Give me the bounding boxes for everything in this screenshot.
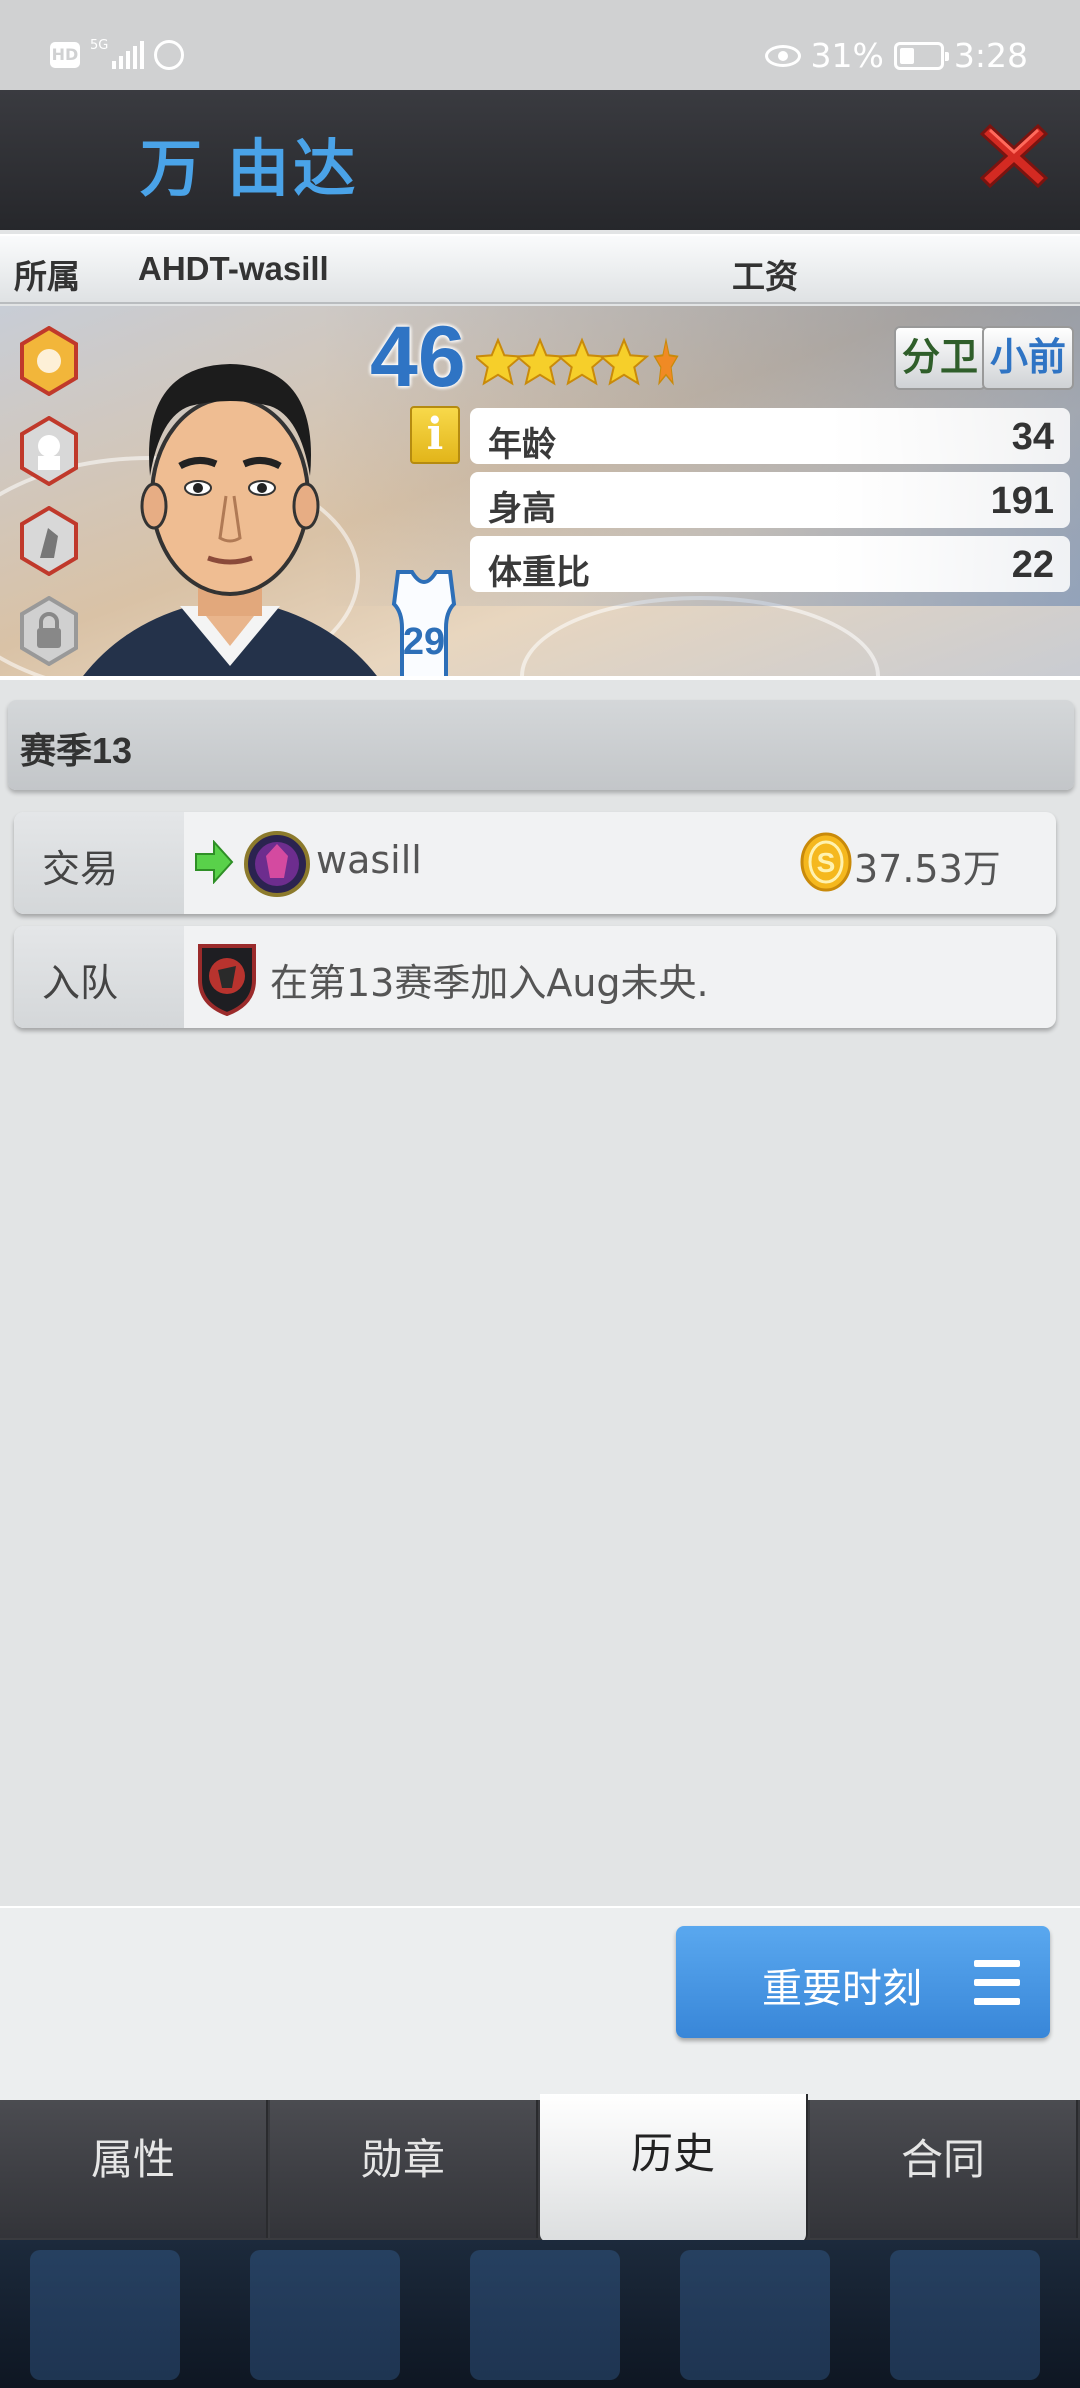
tab-contract[interactable]: 合同 — [810, 2100, 1078, 2238]
star-full-icon — [598, 337, 650, 386]
stat-row-weight-ratio: 体重比 22 — [470, 536, 1070, 592]
team-row: 所属 AHDT-wasill 工资 — [0, 234, 1080, 304]
overall-rating: 46 — [370, 309, 466, 405]
jersey-number: 29 — [403, 621, 445, 663]
history-row-trade[interactable]: 交易 wasill S 37.53万 — [14, 812, 1056, 914]
battery-icon — [893, 41, 949, 70]
star-full-icon — [556, 337, 608, 386]
team-logo-icon[interactable] — [244, 826, 310, 902]
player-card: 29 46 分卫 小前 i 年龄 34 身高 191 体重比 22 — [0, 306, 1080, 680]
stat-value: 22 — [1011, 544, 1054, 586]
key-moments-button[interactable]: 重要时刻 — [676, 1926, 1050, 2038]
detail-tab-bar: 属性 勋章 历史 合同 — [0, 2094, 1080, 2242]
hd-icon: HD — [50, 42, 80, 68]
close-icon — [979, 123, 1049, 189]
history-type: 入队 — [42, 961, 119, 1005]
game-bottom-nav — [0, 2240, 1080, 2388]
affiliation-label: 所属 — [14, 258, 80, 295]
battery-percent: 31% — [810, 36, 884, 75]
season-header: 赛季13 — [8, 700, 1074, 790]
coin-icon: S — [800, 832, 852, 892]
nav-ghost-icon — [680, 2250, 830, 2380]
team-logo-icon[interactable] — [194, 940, 260, 1016]
player-name: 万 由达 — [140, 135, 360, 204]
stat-row-height: 身高 191 — [470, 472, 1070, 528]
position-tag-secondary[interactable]: 小前 — [982, 326, 1075, 390]
skill-badge-defense-icon[interactable] — [18, 416, 80, 486]
trade-team-name[interactable]: wasill — [316, 838, 422, 882]
eye-icon — [764, 44, 801, 67]
trade-amount: 37.53万 — [854, 847, 1001, 891]
stat-label: 身高 — [488, 490, 556, 528]
privacy-shield-icon — [154, 40, 185, 70]
history-type-cell: 交易 — [14, 812, 184, 914]
skill-badge-dunk-icon[interactable] — [18, 506, 80, 576]
status-bar: HD 5G 31% 3:28 — [0, 0, 1080, 90]
info-icon[interactable]: i — [410, 406, 460, 464]
arrow-right-icon — [195, 840, 234, 884]
join-description: 在第13赛季加入Aug未央. — [270, 961, 709, 1005]
history-type: 交易 — [42, 847, 119, 891]
history-row-join[interactable]: 入队 在第13赛季加入Aug未央. — [14, 926, 1056, 1028]
nav-ghost-icon — [890, 2250, 1040, 2380]
player-header: 万 由达 — [0, 90, 1080, 230]
signal-icon — [112, 41, 145, 69]
season-title: 赛季13 — [20, 730, 133, 771]
tab-medals[interactable]: 勋章 — [270, 2100, 538, 2238]
nav-ghost-icon — [250, 2250, 400, 2380]
network-type: 5G — [90, 37, 109, 53]
close-button[interactable] — [976, 118, 1052, 194]
position-tag-primary[interactable]: 分卫 — [894, 326, 987, 390]
stat-label: 年龄 — [488, 426, 556, 464]
stat-row-age: 年龄 34 — [470, 408, 1070, 464]
star-full-icon — [476, 337, 524, 386]
nav-ghost-icon — [470, 2250, 620, 2380]
stat-value: 191 — [990, 480, 1054, 522]
status-right: 31% 3:28 — [764, 36, 1028, 75]
key-moments-label: 重要时刻 — [762, 1966, 922, 2012]
nav-ghost-icon — [30, 2250, 180, 2380]
stat-label: 体重比 — [488, 554, 590, 592]
player-avatar — [83, 364, 377, 676]
star-half-icon — [653, 337, 679, 386]
status-left: HD 5G — [50, 37, 185, 70]
court-line — [520, 596, 880, 676]
salary-label: 工资 — [732, 258, 798, 295]
clock: 3:28 — [953, 36, 1028, 75]
tab-attributes[interactable]: 属性 — [0, 2100, 268, 2238]
team-name[interactable]: AHDT-wasill — [138, 250, 329, 288]
star-rating — [476, 337, 679, 386]
star-full-icon — [514, 337, 566, 386]
menu-icon — [974, 1960, 1020, 2006]
history-type-cell: 入队 — [14, 926, 184, 1028]
svg-text:S: S — [817, 847, 836, 878]
stat-value: 34 — [1011, 416, 1054, 458]
jersey-icon: 29 — [391, 570, 457, 676]
tab-history[interactable]: 历史 — [540, 2094, 808, 2242]
skill-badge-shooting-icon[interactable] — [18, 326, 80, 396]
locked-badge-icon[interactable] — [18, 596, 80, 666]
